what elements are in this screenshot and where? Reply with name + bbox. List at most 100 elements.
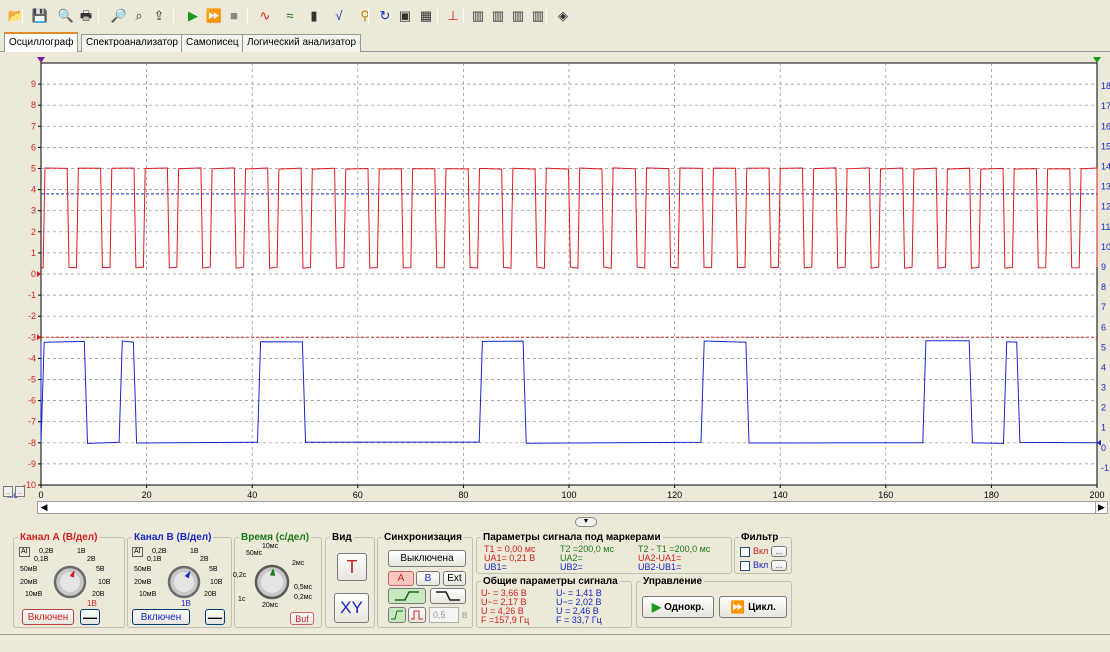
- tab-bar: Осциллограф Спектроанализатор Самописец …: [0, 32, 1110, 52]
- knob-scale-label: 50мВ: [20, 566, 38, 573]
- eraser-icon[interactable]: ◈: [555, 8, 571, 24]
- sqrt-icon[interactable]: √: [331, 8, 347, 24]
- filter-a-settings-button[interactable]: ...: [771, 546, 787, 557]
- y-left-tick-label: -1: [28, 290, 36, 300]
- filter-a-checkbox[interactable]: [740, 547, 750, 557]
- view-time-button[interactable]: T: [337, 553, 367, 581]
- buffer-button[interactable]: Buf: [290, 612, 314, 625]
- knob-scale-label: 10мс: [262, 543, 279, 550]
- status-bar: [0, 634, 1110, 652]
- sync-title: Синхронизация: [384, 532, 462, 543]
- channel-a-invert-button[interactable]: —: [80, 609, 100, 625]
- trigger-level-marker-icon: [37, 334, 41, 341]
- filter-a-label: Вкл: [753, 546, 769, 556]
- marker-left-button[interactable]: ..: [3, 486, 13, 497]
- y-left-tick-label: -4: [28, 353, 36, 363]
- sync-source-ext-button[interactable]: Ext: [443, 571, 466, 586]
- y-left-tick-label: 1: [31, 248, 36, 258]
- scope-area: 9 8 7 6 5 4 3 2 1 0 -1 -2 -3 -4 -5 -6 -7 -8 -9 -10 18 17 16 15 1…: [3, 53, 1110, 504]
- sync-rising-edge-icon[interactable]: [388, 588, 426, 604]
- refresh-icon[interactable]: ↻: [377, 8, 393, 24]
- calculator-icon[interactable]: ▦: [418, 8, 434, 24]
- tab-logic-analyzer[interactable]: Логический анализатор: [242, 34, 362, 52]
- channel-a-enable-button[interactable]: Включен: [22, 609, 74, 625]
- x-tick-label: 80: [458, 490, 468, 500]
- channel-b-knob[interactable]: 0,2В 1В 0,1В 2В 50мВ 5В 20мВ 10В 10мВ 20В: [128, 544, 232, 600]
- marker-ub2: UB2=: [560, 562, 583, 572]
- y-left-tick-label: -9: [28, 459, 36, 469]
- sync-pulse-icon[interactable]: [408, 607, 426, 623]
- waveform-icon[interactable]: ∿: [257, 8, 273, 24]
- time-knob[interactable]: 50мс 10мс 2мс 0,2с 0,5мс 1с 0,2мс 20мс: [233, 543, 322, 609]
- screenshot-icon[interactable]: ▣: [397, 8, 413, 24]
- play-icon[interactable]: ▶: [185, 8, 201, 24]
- channel-a-knob[interactable]: 0,2В 1В 0,1В 2В 50мВ 5В 20мВ 10В 10мВ 20В: [14, 544, 124, 600]
- view-xy-button[interactable]: XY: [334, 593, 369, 623]
- filter-b-settings-button[interactable]: ...: [771, 560, 787, 571]
- filter-b-label: Вкл: [753, 560, 769, 570]
- save-icon[interactable]: 💾: [32, 8, 48, 24]
- meter-icon[interactable]: ▮: [306, 8, 322, 24]
- zoom-icon[interactable]: 🔎: [111, 8, 127, 24]
- sync-source-a-button[interactable]: A: [388, 571, 414, 586]
- probe-icon[interactable]: ⚲: [357, 8, 373, 24]
- toolbar-separator: [546, 9, 547, 23]
- chip-2-icon[interactable]: ▥: [490, 8, 506, 24]
- collapse-panel-button[interactable]: ▼: [575, 517, 597, 527]
- knob-face: [60, 572, 80, 592]
- channel-a-ac-dc-icon[interactable]: AI: [19, 547, 30, 557]
- knob-scale-label: 5В: [209, 566, 218, 573]
- channel-b-ac-dc-icon[interactable]: AI: [132, 547, 143, 557]
- y-right-tick-label: 17: [1101, 101, 1110, 111]
- y-right-tick-label: 11: [1101, 222, 1110, 232]
- tab-recorder[interactable]: Самописец: [181, 34, 244, 52]
- cycle-run-button[interactable]: ⏩ Цикл.: [719, 596, 787, 618]
- sync-mode-button[interactable]: Выключена: [388, 550, 466, 567]
- tab-spectrum-analyzer[interactable]: Спектроанализатор: [81, 34, 183, 52]
- x-tick-label: 100: [561, 490, 576, 500]
- stop-icon[interactable]: ■: [226, 8, 242, 24]
- trigger-marker-icon[interactable]: ⊥: [445, 8, 461, 24]
- export-icon[interactable]: ⇪: [151, 8, 167, 24]
- knob-scale-label: 20мВ: [20, 579, 38, 586]
- single-run-button[interactable]: ▶ Однокр.: [642, 596, 714, 618]
- chip-3-icon[interactable]: ▥: [510, 8, 526, 24]
- sync-falling-edge-icon[interactable]: [430, 588, 466, 604]
- y-right-tick-label: 7: [1101, 302, 1106, 312]
- sync-level-input[interactable]: 0,5: [429, 607, 459, 623]
- chip-1-icon[interactable]: ▥: [470, 8, 486, 24]
- filter-b-checkbox[interactable]: [740, 561, 750, 571]
- tab-oscilloscope[interactable]: Осциллограф: [4, 32, 79, 52]
- knob-scale-label: 10мВ: [139, 591, 157, 598]
- waveform-alt-icon[interactable]: ≈: [282, 8, 298, 24]
- print-preview-icon[interactable]: 🔍: [58, 8, 74, 24]
- horizontal-scrollbar[interactable]: ◀ ▶: [37, 501, 1108, 514]
- sync-source-b-button[interactable]: B: [416, 571, 440, 586]
- time-title: Время (с/дел): [241, 532, 310, 543]
- toolbar-separator: [98, 9, 99, 23]
- channel-b-enable-button[interactable]: Включен: [132, 609, 190, 625]
- channel-b-title: Канал В (В/дел): [134, 532, 212, 543]
- chip-4-icon[interactable]: ▥: [530, 8, 546, 24]
- channel-a-title: Канал А (В/дел): [20, 532, 98, 543]
- marker-right-button[interactable]: ..: [15, 486, 25, 497]
- knob-scale-label: 0,2мс: [294, 594, 313, 601]
- sync-auto-icon[interactable]: [388, 607, 406, 623]
- fast-forward-icon[interactable]: ⏩: [206, 8, 222, 24]
- panel-splitter[interactable]: [0, 515, 1110, 529]
- oscilloscope-display[interactable]: 9876543210-1-2-3-4-5-6-7-8-9-10181716151…: [3, 53, 1110, 504]
- y-right-tick-label: 16: [1101, 121, 1110, 131]
- toolbar-separator: [463, 9, 464, 23]
- scroll-left-arrow-icon[interactable]: ◀: [38, 502, 50, 513]
- x-tick-label: 160: [878, 490, 893, 500]
- knob-scale-label: 2мс: [292, 560, 305, 567]
- knob-scale-label: 10В: [98, 579, 111, 586]
- print-icon[interactable]: 🖶: [78, 8, 94, 24]
- channel-b-invert-button[interactable]: —: [205, 609, 225, 625]
- y-left-tick-label: 9: [31, 79, 36, 89]
- scroll-right-arrow-icon[interactable]: ▶: [1095, 502, 1107, 513]
- x-tick-label: 120: [667, 490, 682, 500]
- marker-t2-icon: [1093, 57, 1101, 63]
- zoom-fit-icon[interactable]: ⌕: [131, 8, 147, 24]
- y-left-tick-label: 3: [31, 206, 36, 216]
